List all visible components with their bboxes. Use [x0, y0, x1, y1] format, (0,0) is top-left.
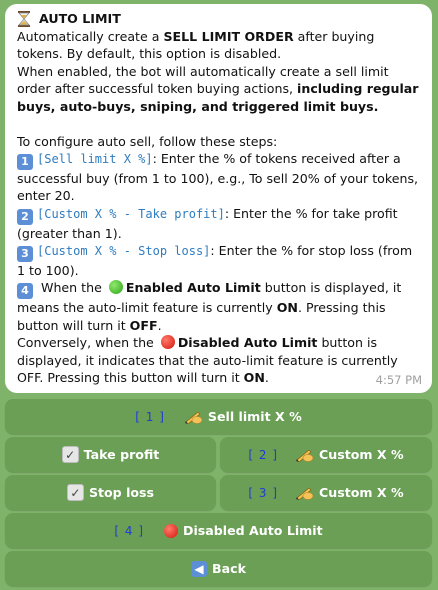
sell-limit-tag: [ 1 ]	[135, 409, 165, 424]
step-3-code[interactable]: [Custom X % - Stop loss]	[37, 244, 210, 258]
green-circle-icon	[108, 280, 123, 295]
hourglass-icon	[17, 10, 31, 27]
message-bubble: AUTO LIMIT Automatically create a SELL L…	[5, 4, 432, 393]
intro-paragraph: Automatically create a SELL LIMIT ORDER …	[17, 28, 375, 62]
message-time: 4:57 PM	[375, 372, 422, 387]
stop-loss-label: Stop loss	[88, 485, 155, 500]
sell-limit-button[interactable]: [ 1 ] Sell limit X %	[5, 399, 432, 434]
step-1-code[interactable]: [Sell limit X %]	[37, 152, 153, 166]
writing-hand-icon	[296, 486, 314, 500]
check-box-icon: ✓	[61, 446, 79, 463]
step-1: 1 [Sell limit X %]: Enter the % of tokens…	[17, 151, 419, 204]
back-arrow-icon: ◀	[191, 560, 208, 577]
stop-loss-button[interactable]: ✓ Stop loss	[5, 475, 216, 510]
custom-take-profit-button[interactable]: [ 2 ] Custom X %	[220, 437, 432, 472]
step-2: 2 [Custom X % - Take profit]: Enter the %…	[17, 205, 398, 241]
sell-limit-label: Sell limit X %	[207, 409, 302, 424]
auto-limit-toggle-button[interactable]: [ 4 ] Disabled Auto Limit	[5, 513, 432, 548]
custom-tp-label: Custom X %	[319, 447, 404, 462]
auto-limit-tag: [ 4 ]	[114, 523, 145, 538]
steps-intro: To configure auto sell, follow these ste…	[17, 133, 278, 149]
auto-limit-label: Disabled Auto Limit	[183, 523, 323, 538]
take-profit-label: Take profit	[83, 447, 160, 462]
conversely-paragraph: Conversely, when the Disabled Auto Limit…	[17, 335, 398, 385]
red-circle-icon	[164, 523, 179, 538]
check-box-icon: ✓	[66, 484, 84, 501]
custom-tp-tag: [ 2 ]	[248, 447, 279, 462]
step-2-code[interactable]: [Custom X % - Take profit]	[37, 207, 225, 221]
writing-hand-icon	[184, 410, 203, 424]
custom-sl-tag: [ 3 ]	[248, 485, 279, 500]
red-circle-icon	[160, 335, 175, 349]
writing-hand-icon	[296, 448, 314, 462]
back-label: Back	[212, 561, 246, 576]
take-profit-button[interactable]: ✓ Take profit	[5, 437, 216, 472]
keycap-1-icon: 1	[17, 153, 33, 170]
message-title: AUTO LIMIT	[17, 10, 422, 28]
custom-stop-loss-button[interactable]: [ 3 ] Custom X %	[220, 475, 432, 510]
title-text: AUTO LIMIT	[39, 11, 121, 26]
keycap-4-icon: 4	[17, 283, 33, 299]
step-3: 3 [Custom X % - Stop loss]: Enter the % f…	[17, 243, 413, 278]
keycap-2-icon: 2	[17, 208, 33, 225]
keycap-3-icon: 3	[17, 245, 33, 262]
custom-sl-label: Custom X %	[319, 485, 404, 500]
step-4: 4 When the Enabled Auto Limit button is …	[17, 280, 402, 333]
when-paragraph: When enabled, the bot will automatically…	[17, 63, 419, 114]
back-button[interactable]: ◀ Back	[5, 551, 432, 586]
